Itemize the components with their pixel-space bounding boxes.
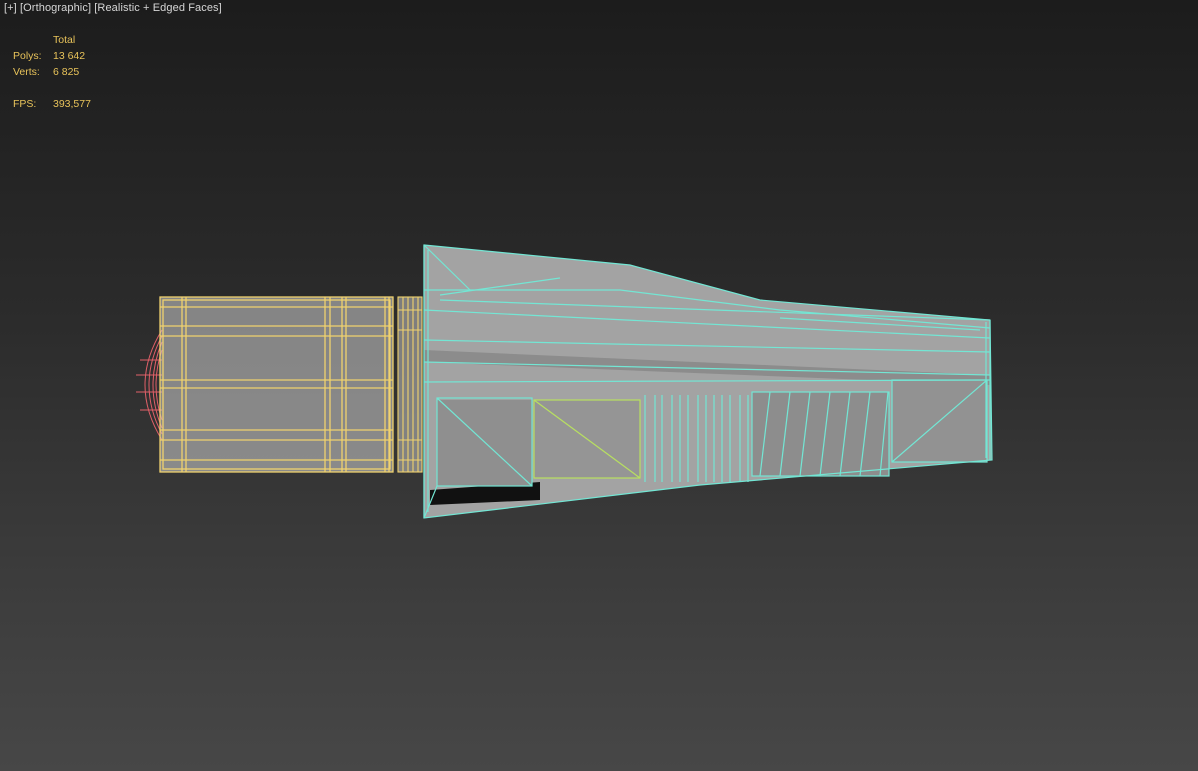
nozzle-body-object[interactable] [423, 244, 993, 519]
cylinder-body-object[interactable] [159, 296, 423, 473]
3d-viewport[interactable]: [+] [Orthographic] [Realistic + Edged Fa… [0, 0, 1198, 771]
sphere-wireframe-object[interactable] [136, 329, 163, 441]
scene-render[interactable] [0, 0, 1198, 771]
